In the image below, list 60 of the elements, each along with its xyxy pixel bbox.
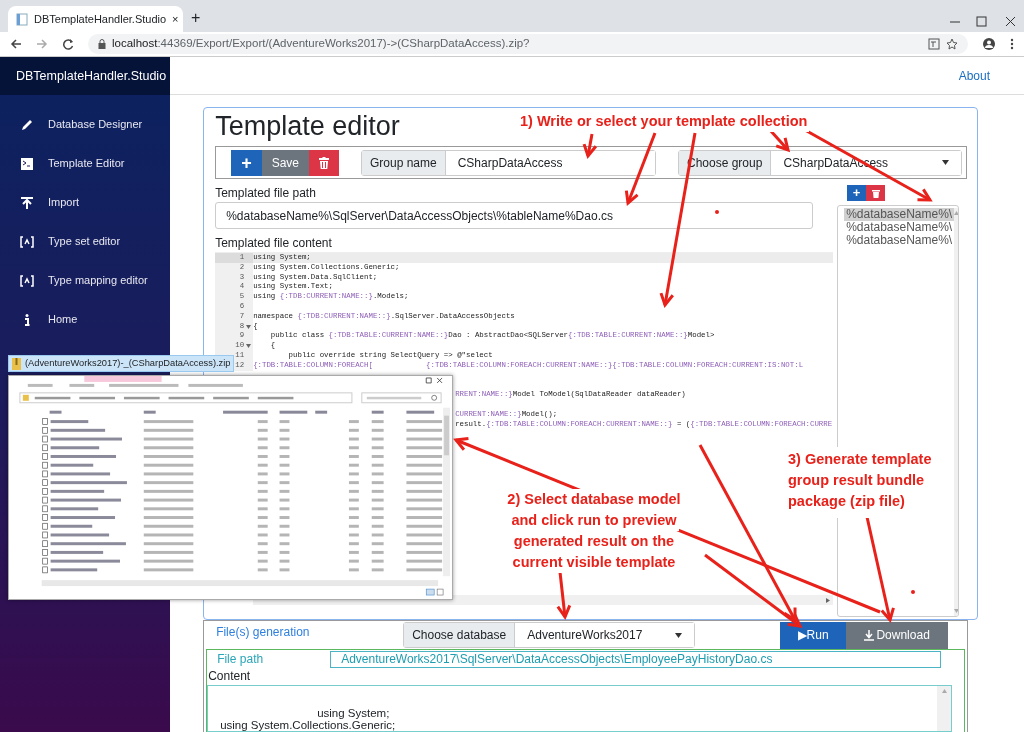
- code-line: using System;: [317, 707, 390, 719]
- sidebar-item[interactable]: Type mapping editor: [0, 261, 171, 300]
- sidebar-item[interactable]: Template Editor: [0, 144, 171, 183]
- address-bar[interactable]: localhost:44369/Export/Export/(AdventureWorks2017)->(CSharpDataAccess).zip?: [88, 34, 968, 54]
- zip-folder-icon: [12, 357, 21, 370]
- file-path-field[interactable]: %databaseName%\SqlServer\DataAccessObjects\%tableName%Dao.cs: [215, 202, 814, 229]
- back-icon[interactable]: [10, 38, 22, 50]
- delete-button[interactable]: [309, 149, 339, 176]
- translate-icon[interactable]: [928, 38, 940, 50]
- content-textarea[interactable]: using System; using System.Collections.Generic;: [207, 685, 952, 732]
- vertical-scrollbar[interactable]: [937, 686, 951, 731]
- dot-mark: [715, 210, 719, 214]
- fold-icon[interactable]: [246, 344, 252, 349]
- sidebar-item[interactable]: Home: [0, 300, 171, 339]
- brackets-icon: [20, 234, 34, 249]
- template-item[interactable]: %databaseName%\: [844, 234, 955, 247]
- reload-icon[interactable]: [62, 38, 74, 50]
- menu-icon[interactable]: [1010, 38, 1014, 50]
- page-icon: [16, 12, 28, 26]
- template-item[interactable]: %databaseName%\: [844, 208, 955, 221]
- content-label: Content: [207, 668, 252, 685]
- about-link[interactable]: About: [958, 66, 990, 85]
- pencil-icon: [20, 117, 34, 132]
- download-icon: [864, 629, 875, 641]
- lock-icon: [98, 39, 106, 49]
- upload-icon: [20, 195, 34, 210]
- template-item[interactable]: %databaseName%\: [844, 221, 955, 234]
- code-line: using System.Collections.Generic;: [220, 719, 396, 731]
- arrow: [768, 129, 791, 153]
- file-path-label: File path: [217, 651, 265, 668]
- url-text: localhost:44369/Export/Export/(AdventureWorks2017)->(CSharpDataAccess).zip?: [112, 36, 530, 52]
- trash-icon: [871, 188, 880, 198]
- annotation-text: 2) Select database model: [505, 489, 683, 510]
- save-button[interactable]: Save: [261, 149, 309, 176]
- sidebar-item[interactable]: Import: [0, 183, 171, 222]
- scroll-right-icon[interactable]: [826, 597, 831, 603]
- star-icon[interactable]: [946, 38, 958, 50]
- download-button[interactable]: Download: [846, 621, 949, 649]
- add-button[interactable]: +: [231, 149, 262, 176]
- add-template-button[interactable]: +: [847, 185, 867, 201]
- delete-template-button[interactable]: [866, 185, 886, 201]
- file-path-value: AdventureWorks2017\SqlServer\DataAccessObjects\EmployeePayHistoryDao.cs: [330, 650, 942, 668]
- new-tab-button[interactable]: +: [191, 6, 201, 30]
- close-tab-button[interactable]: ×: [172, 10, 179, 28]
- terminal-icon: [20, 156, 34, 171]
- sidebar-item[interactable]: Database Designer: [0, 105, 171, 144]
- annotation-text: and click run to preview: [509, 510, 679, 531]
- dot-mark: [911, 590, 915, 594]
- sidebar-item[interactable]: Type set editor: [0, 222, 171, 261]
- browser-tab[interactable]: DBTemplateHandler.Studio ×: [8, 6, 183, 32]
- run-button[interactable]: ▶Run: [780, 621, 847, 649]
- fold-icon[interactable]: [246, 324, 252, 329]
- forward-icon[interactable]: [36, 38, 48, 50]
- section-title: File(s) generation: [216, 624, 311, 641]
- path-label: Templated file path: [215, 186, 317, 200]
- brackets-icon: [20, 273, 34, 288]
- profile-icon[interactable]: [982, 37, 996, 51]
- page-title: Template editor: [215, 110, 400, 142]
- content-label: Templated file content: [215, 236, 333, 250]
- trash-icon: [319, 157, 329, 170]
